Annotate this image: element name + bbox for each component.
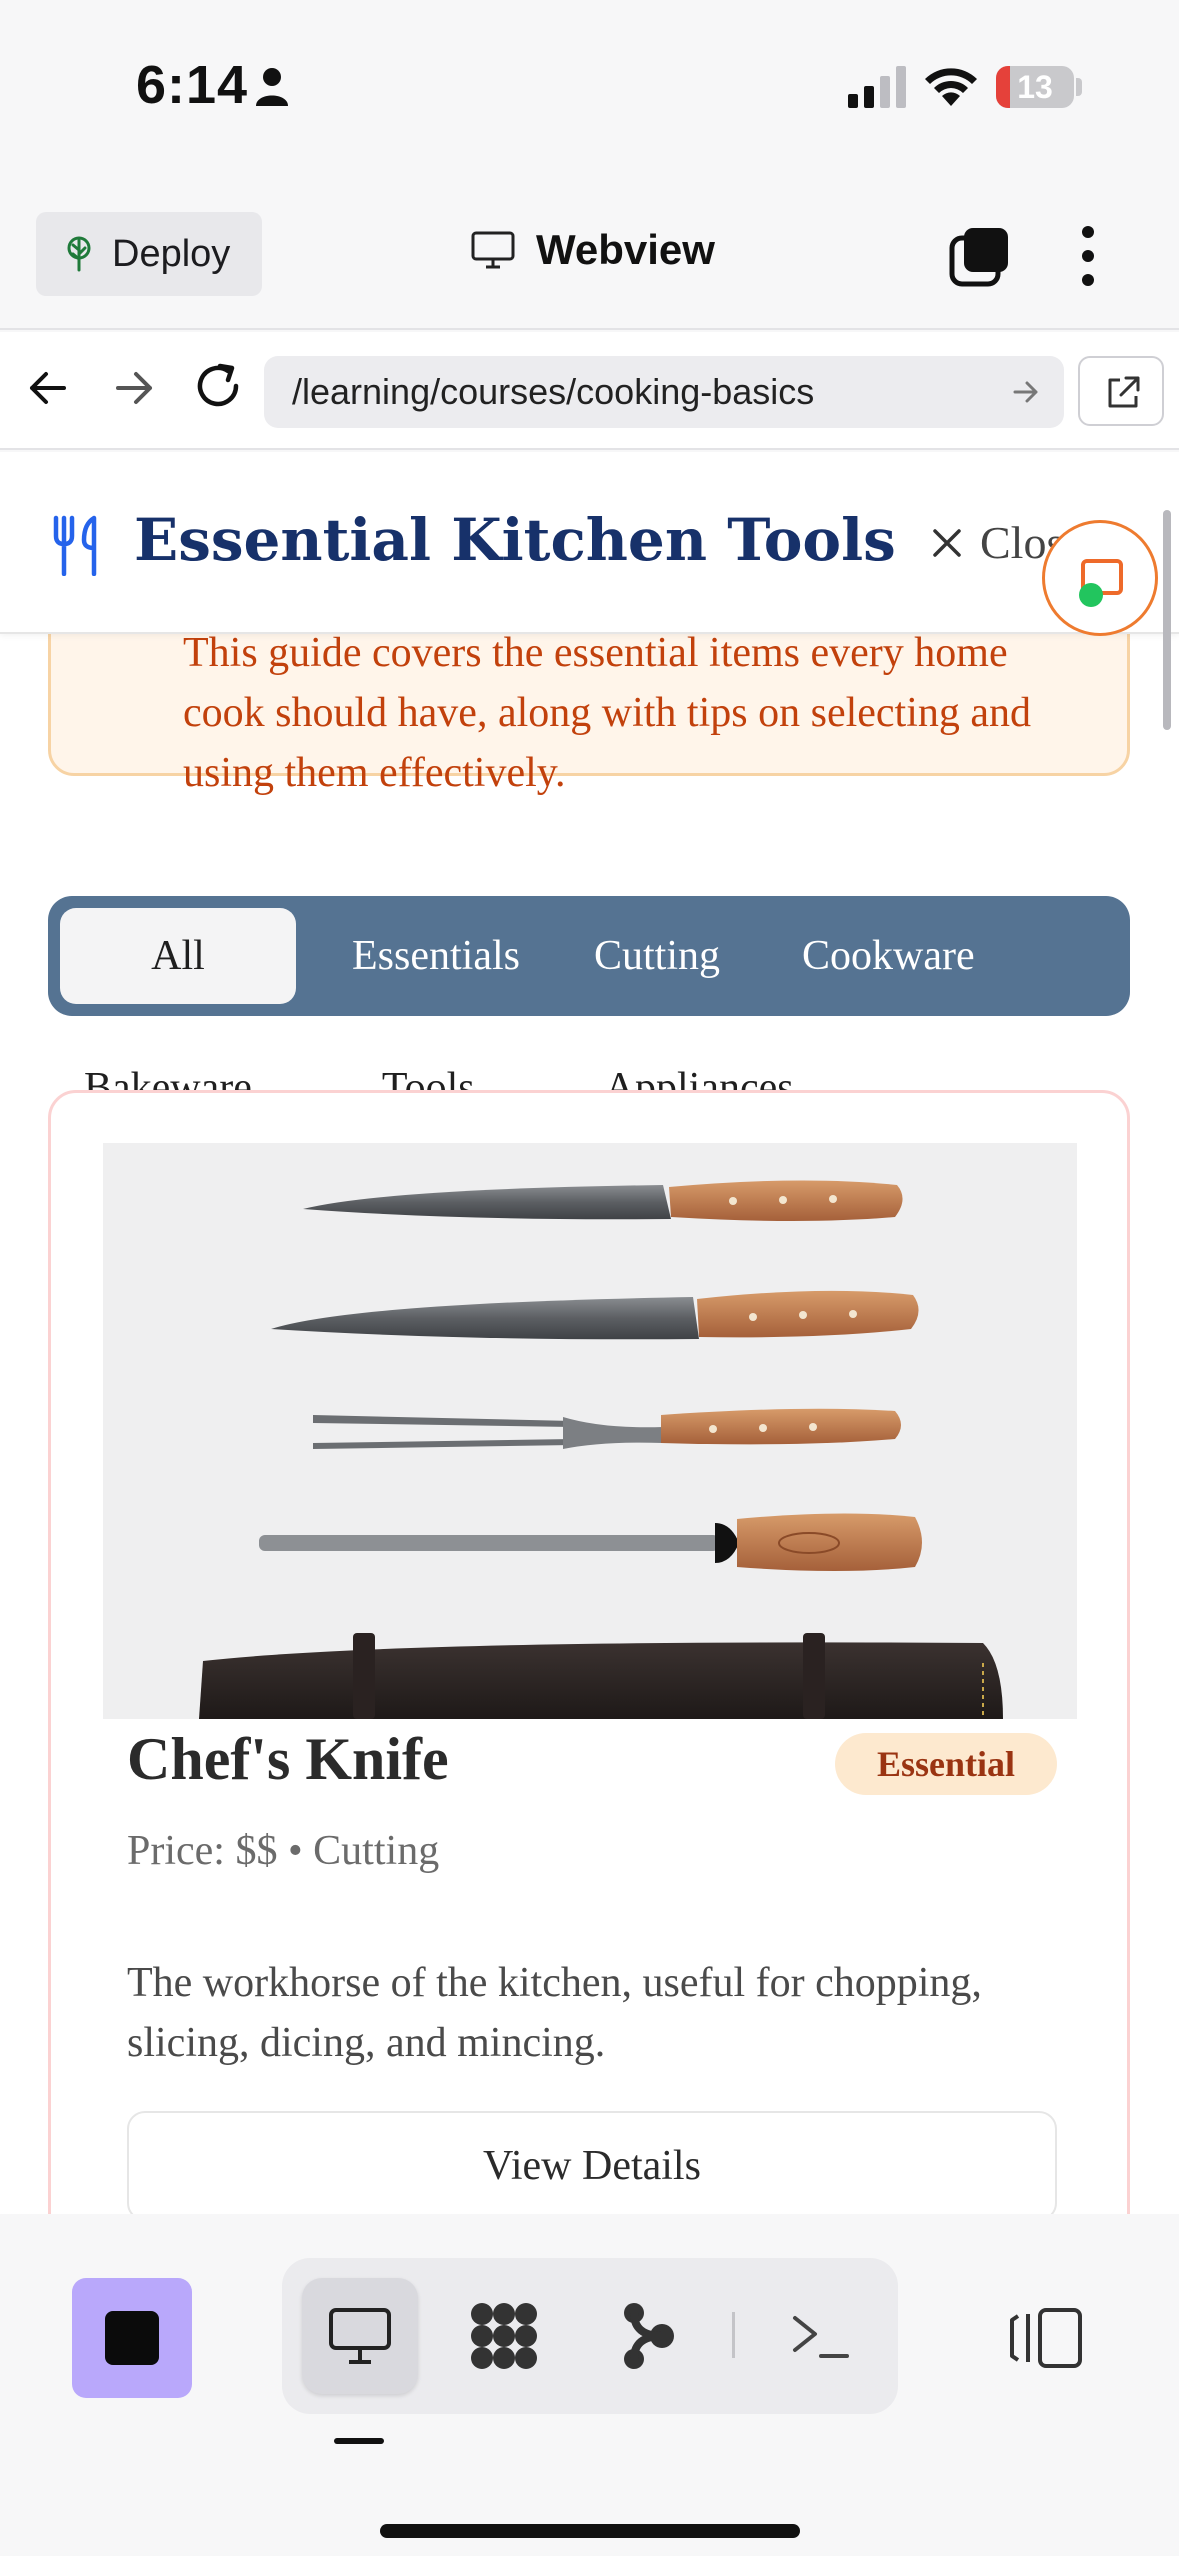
webview-scrollbar[interactable]: [1163, 510, 1171, 730]
floating-chat-button[interactable]: [1042, 520, 1158, 636]
view-switcher: [282, 2258, 898, 2414]
page-header: Essential Kitchen Tools Close: [0, 452, 1179, 634]
browser-nav-bar: /learning/courses/cooking-basics: [0, 332, 1179, 450]
view-details-button[interactable]: View Details: [127, 2111, 1057, 2214]
webview-view-button[interactable]: [302, 2278, 418, 2394]
deploy-button[interactable]: Deploy: [36, 212, 262, 296]
canvas-view-button[interactable]: [446, 2278, 562, 2394]
tree-icon: [67, 236, 91, 272]
more-options-icon[interactable]: [1070, 224, 1106, 288]
tabs-icon[interactable]: [948, 224, 1012, 288]
home-indicator: [380, 2524, 800, 2538]
person-icon: [256, 68, 288, 106]
close-button[interactable]: Close: [930, 516, 1060, 569]
battery-nub: [1076, 78, 1082, 96]
tool-name: Chef's Knife: [127, 1726, 449, 1792]
knife-set-image: [103, 1143, 1077, 1719]
tool-card: Chef's Knife Essential Price: $$ • Cutti…: [48, 1090, 1130, 2214]
git-view-button[interactable]: [590, 2278, 706, 2394]
webview-title: Webview: [470, 226, 715, 274]
close-icon: [933, 528, 961, 557]
external-link-icon: [1108, 376, 1140, 408]
active-view-indicator: [334, 2438, 384, 2444]
bottom-toolbar: [0, 2214, 1179, 2556]
terminal-icon: [793, 2316, 849, 2358]
wifi-icon: [925, 68, 977, 106]
page-title: Essential Kitchen Tools: [134, 506, 896, 574]
reload-icon[interactable]: [190, 358, 246, 414]
terminal-view-button[interactable]: [762, 2278, 878, 2394]
webview-title-label: Webview: [536, 226, 715, 273]
grid-blob-icon: [471, 2303, 537, 2369]
essential-badge: Essential: [835, 1733, 1057, 1795]
utensils-icon: [53, 515, 97, 576]
go-arrow-icon[interactable]: [1010, 376, 1042, 408]
tool-meta: Price: $$ • Cutting: [127, 1828, 440, 1874]
status-bar: 6:14 13: [0, 0, 1179, 170]
battery-percent: 13: [1017, 69, 1053, 105]
branch-icon: [624, 2303, 674, 2369]
forward-arrow-icon[interactable]: [108, 362, 160, 414]
online-status-dot: [1079, 583, 1103, 607]
url-text: /learning/courses/cooking-basics: [292, 371, 815, 412]
tool-description: The workhorse of the kitchen, useful for…: [127, 1960, 982, 2066]
knife-set-illustration: [103, 1143, 1077, 1719]
monitor-icon: [471, 231, 515, 269]
cellular-signal-icon: [848, 66, 906, 108]
deploy-label: Deploy: [112, 232, 231, 275]
category-filter-bar: All Essentials Cutting Cookware: [48, 896, 1130, 1016]
toolbar-divider: [732, 2312, 735, 2358]
status-time: 6:14: [136, 55, 249, 115]
back-arrow-icon[interactable]: [22, 362, 74, 414]
monitor-icon: [329, 2308, 391, 2364]
stop-button[interactable]: [72, 2278, 192, 2398]
open-external-button[interactable]: [1078, 356, 1164, 426]
app-header: Deploy Webview: [0, 190, 1179, 330]
url-field[interactable]: /learning/courses/cooking-basics: [264, 356, 1064, 428]
filter-tab-all[interactable]: All: [60, 908, 296, 1004]
battery-indicator: 13: [996, 66, 1074, 108]
stop-icon: [105, 2311, 159, 2365]
filter-tab-cookware[interactable]: Cookware: [772, 908, 1005, 1004]
webview-content: Essential Kitchen Tools Close This guide…: [0, 452, 1179, 2214]
filter-tab-essentials[interactable]: Essentials: [322, 908, 550, 1004]
filter-tab-cutting[interactable]: Cutting: [564, 908, 750, 1004]
panel-toggle-icon[interactable]: [1008, 2306, 1084, 2370]
